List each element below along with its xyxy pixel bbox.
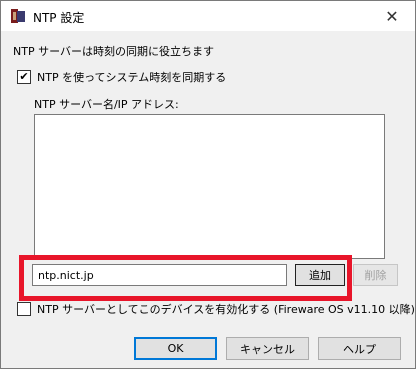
close-icon: ✕ xyxy=(385,6,399,26)
add-button[interactable]: 追加 xyxy=(295,264,345,286)
fireware-app-icon xyxy=(10,8,26,24)
description-text: NTP サーバーは時刻の同期に役立ちます xyxy=(13,45,214,58)
title-bar: NTP 設定 ✕ xyxy=(1,1,415,31)
ok-button[interactable]: OK xyxy=(134,337,217,360)
help-button[interactable]: ヘルプ xyxy=(318,337,401,360)
enable-server-label: NTP サーバーとしてこのデバイスを有効化する (Fireware OS v11… xyxy=(37,303,415,316)
remove-button[interactable]: 削除 xyxy=(353,264,398,286)
use-ntp-label: NTP を使ってシステム時刻を同期する xyxy=(37,71,227,84)
check-mark-icon: ✔ xyxy=(19,70,29,83)
use-ntp-option[interactable]: ✔ NTP を使ってシステム時刻を同期する xyxy=(17,69,226,85)
enable-server-option[interactable]: NTP サーバーとしてこのデバイスを有効化する (Fireware OS v11… xyxy=(17,301,415,317)
window-title: NTP 設定 xyxy=(33,11,85,25)
ntp-server-list[interactable] xyxy=(34,114,385,259)
cancel-button[interactable]: キャンセル xyxy=(226,337,309,360)
close-button[interactable]: ✕ xyxy=(369,1,415,31)
ntp-server-input[interactable] xyxy=(32,264,287,286)
dialog-body: NTP サーバーは時刻の同期に役立ちます ✔ NTP を使ってシステム時刻を同期… xyxy=(1,31,415,368)
server-list-label: NTP サーバー名/IP アドレス: xyxy=(34,98,179,111)
use-ntp-checkbox[interactable]: ✔ xyxy=(17,70,31,84)
enable-server-checkbox[interactable] xyxy=(17,302,31,316)
ntp-settings-dialog: NTP 設定 ✕ NTP サーバーは時刻の同期に役立ちます ✔ NTP を使って… xyxy=(0,0,416,369)
